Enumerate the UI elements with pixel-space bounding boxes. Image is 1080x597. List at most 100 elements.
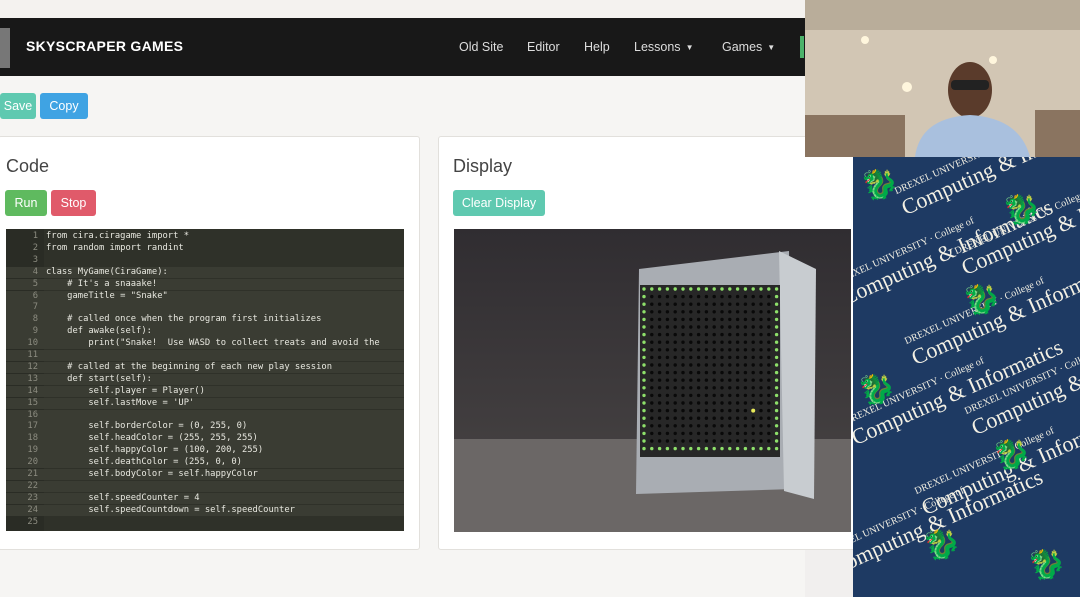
grid-cell: [665, 294, 670, 299]
grid-cell: [704, 355, 709, 360]
clear-display-button[interactable]: Clear Display: [453, 190, 545, 216]
border-cell: [774, 325, 779, 329]
grid-cell: [704, 294, 709, 299]
code-text: self.deathColor = (255, 0, 0): [46, 457, 242, 468]
border-cell: [774, 416, 779, 420]
line-number: 22: [27, 480, 38, 491]
grid-cell: [689, 348, 693, 352]
copy-button[interactable]: Copy: [40, 93, 88, 119]
grid-cell: [712, 431, 716, 436]
grid-cell: [767, 401, 771, 405]
grid-cell: [712, 424, 716, 428]
grid-cell: [681, 348, 685, 352]
grid-cell: [665, 386, 670, 390]
grid-cell: [696, 431, 701, 436]
border-cell: [681, 287, 685, 291]
brand-title[interactable]: SKYSCRAPER GAMES: [26, 38, 183, 54]
grid-cell: [681, 386, 685, 390]
grid-cell: [657, 378, 662, 382]
grid-cell: [735, 310, 740, 314]
grid-cell: [743, 294, 748, 299]
game-display[interactable]: [454, 229, 851, 532]
grid-cell: [650, 332, 654, 337]
run-button[interactable]: Run: [5, 190, 47, 216]
grid-cell: [650, 431, 654, 436]
border-cell: [673, 287, 677, 291]
grid-cell: [704, 439, 709, 443]
line-number: 1: [32, 231, 38, 241]
grid-cell: [751, 310, 755, 314]
line-number: 16: [27, 409, 38, 420]
grid-cell: [735, 294, 740, 299]
border-cell: [774, 332, 779, 337]
grid-cell: [673, 294, 677, 299]
line-number: 17: [27, 421, 38, 432]
code-editor[interactable]: 1 from cira.ciragame import * 2 from random…: [6, 229, 404, 531]
grid-cell: [689, 363, 693, 367]
save-button[interactable]: Save: [0, 93, 36, 119]
grid-cell: [673, 416, 677, 420]
grid-cell: [743, 370, 748, 375]
nav-help[interactable]: Help: [584, 40, 610, 54]
border-cell: [642, 393, 646, 398]
border-cell: [642, 431, 646, 436]
grid-cell: [743, 439, 748, 443]
chevron-down-icon: ▼: [767, 43, 776, 52]
grid-cell: [650, 408, 654, 413]
grid-cell: [728, 439, 732, 443]
border-cell: [642, 439, 646, 443]
grid-cell: [720, 355, 724, 360]
grid-cell: [696, 332, 701, 337]
grid-cell: [704, 416, 709, 420]
code-line: 7: [6, 302, 404, 314]
grid-cell: [751, 340, 755, 344]
grid-cell: [751, 416, 755, 420]
logo[interactable]: [0, 28, 10, 68]
grid-cell: [759, 424, 763, 428]
grid-cell: [759, 393, 763, 398]
grid-cell: [696, 408, 701, 413]
nav-signin-edge[interactable]: [800, 36, 804, 58]
grid-cell: [712, 348, 716, 352]
grid-cell: [743, 408, 748, 413]
border-cell: [642, 446, 646, 451]
line-number: 24: [27, 504, 38, 515]
grid-cell: [696, 325, 701, 329]
grid-cell: [767, 416, 771, 420]
grid-cell: [751, 302, 755, 306]
game-grid: [640, 285, 780, 457]
nav-old-site[interactable]: Old Site: [459, 40, 503, 54]
grid-cell: [689, 317, 693, 322]
grid-cell: [767, 332, 771, 337]
grid-cell: [681, 310, 685, 314]
grid-cell: [689, 310, 693, 314]
grid-cell: [728, 340, 732, 344]
grid-cell: [712, 294, 716, 299]
grid-cell: [681, 363, 685, 367]
grid-cell: [704, 424, 709, 428]
border-cell: [689, 446, 693, 451]
nav-editor[interactable]: Editor: [527, 40, 560, 54]
grid-cell: [657, 424, 662, 428]
grid-cell: [650, 340, 654, 344]
nav-games[interactable]: Games ▼: [722, 40, 775, 54]
grid-cell: [657, 401, 662, 405]
grid-cell: [657, 355, 662, 360]
border-cell: [774, 446, 779, 451]
grid-cell: [720, 294, 724, 299]
border-cell: [704, 446, 709, 451]
grid-cell: [681, 378, 685, 382]
line-number: 3: [32, 254, 38, 265]
grid-cell: [743, 393, 748, 398]
code-line: 3: [6, 255, 404, 266]
grid-cell: [767, 386, 771, 390]
grid-cell: [735, 317, 740, 322]
border-cell: [774, 355, 779, 360]
nav-lessons[interactable]: Lessons ▼: [634, 40, 693, 54]
border-cell: [774, 424, 779, 428]
stop-button[interactable]: Stop: [51, 190, 96, 216]
code-line: 13 def start(self):: [6, 373, 404, 386]
line-number: 23: [27, 492, 38, 503]
grid-cell: [759, 332, 763, 337]
grid-cell: [759, 294, 763, 299]
